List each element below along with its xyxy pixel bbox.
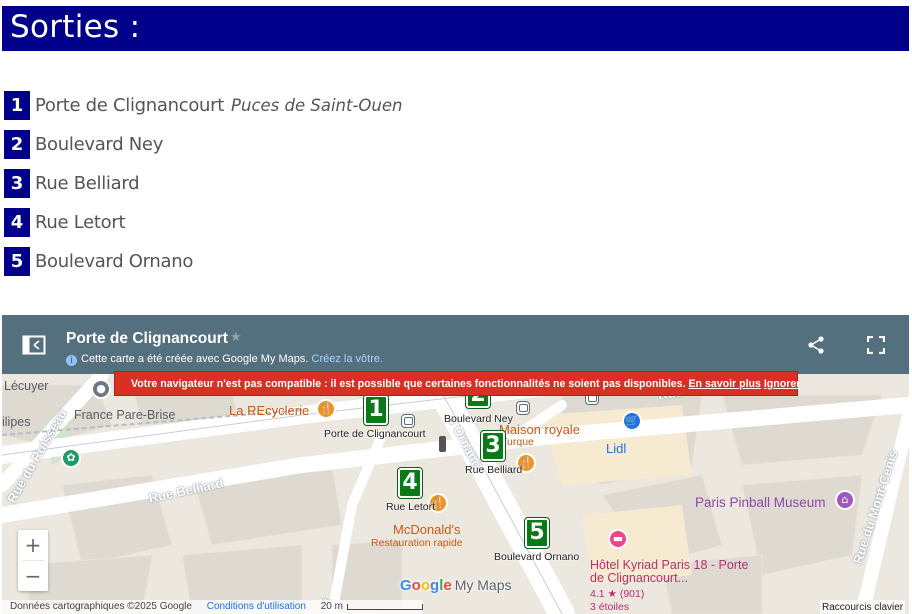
marker-label: Boulevard Ney [444, 413, 513, 425]
page-title: Sorties : [10, 9, 141, 45]
marker-label: Rue Belliard [465, 464, 523, 476]
zoom-in-button[interactable]: + [18, 530, 48, 560]
scale-bar [346, 604, 423, 610]
learn-more-link[interactable]: En savoir plus [688, 378, 760, 390]
exit-subtitle: Puces de Saint-Ouen [231, 96, 403, 115]
map-label-hotel: Hôtel Kyriad Paris 18 - Porte de Clignan… [590, 558, 749, 585]
page-title-bar: Sorties : [2, 6, 909, 51]
exit-item: 4 Rue Letort [4, 208, 402, 237]
metro-icon[interactable] [401, 414, 415, 428]
map-label-lecuyer: Lécuyer [4, 379, 49, 393]
metro-icon[interactable] [516, 401, 530, 415]
pin-icon[interactable]: ● [91, 379, 111, 399]
restaurant-icon[interactable]: 🍴 [316, 399, 336, 419]
map-label-la-recyclerie: La REcyclerie [229, 403, 310, 418]
traffic-light-icon [439, 436, 446, 452]
exit-number-badge: 1 [4, 91, 30, 120]
zoom-out-button[interactable]: − [18, 561, 48, 591]
map-title[interactable]: Porte de Clignancourt [66, 330, 228, 348]
map-label-hotel-rating: 4.1 ★ (901) [590, 588, 645, 600]
scale-label: 20 m [320, 601, 343, 612]
exit-name: Boulevard Ornano [35, 251, 194, 272]
embedded-map[interactable]: Porte de Clignancourt ★ i Cette carte a é… [2, 315, 909, 614]
exit-name: Boulevard Ney [35, 134, 164, 155]
exit-marker-3[interactable]: 3 [481, 431, 505, 461]
map-label-lidl: Lidl [606, 441, 627, 456]
exit-number-badge: 5 [4, 247, 30, 276]
museum-icon[interactable]: ⌂ [835, 490, 855, 510]
marker-label: Porte de Clignancourt [324, 428, 426, 440]
map-label-france-pare-brise: France Pare-Brise [74, 408, 176, 422]
exit-item: 1 Porte de Clignancourt Puces de Saint-O… [4, 91, 402, 120]
exit-number-badge: 3 [4, 169, 30, 198]
exit-name: Rue Letort [35, 212, 126, 233]
exit-item: 3 Rue Belliard [4, 169, 402, 198]
exit-number-badge: 2 [4, 130, 30, 159]
google-my-maps-logo: Google My Maps [400, 577, 512, 594]
browser-warning-banner: Votre navigateur n'est pas compatible : … [114, 371, 801, 396]
marker-label: Boulevard Ornano [494, 551, 580, 563]
marker-label: Rue Letort [386, 501, 436, 513]
exit-marker-4[interactable]: 4 [398, 468, 422, 498]
exit-item: 2 Boulevard Ney [4, 130, 402, 159]
star-icon[interactable]: ★ [230, 330, 242, 345]
ignore-link[interactable]: Ignorer [764, 378, 801, 390]
terms-link[interactable]: Conditions d'utilisation [207, 601, 306, 612]
map-label-hotel-stars: 3 étoiles [590, 601, 630, 613]
map-label-restauration-rapide: Restauration rapide [371, 537, 463, 549]
exit-marker-1[interactable]: 1 [364, 395, 388, 425]
info-icon: i [66, 355, 77, 366]
map-header: Porte de Clignancourt ★ i Cette carte a é… [2, 315, 909, 374]
map-label-mcdonalds: McDonald's [393, 522, 461, 537]
map-info-line: i Cette carte a été créée avec Google My … [66, 353, 383, 366]
map-label-turque: Turque [501, 436, 534, 448]
exit-name: Rue Belliard [35, 173, 140, 194]
share-icon[interactable] [806, 335, 826, 359]
map-data-attribution: Données cartographiques ©2025 Google [10, 601, 192, 612]
exit-name: Porte de Clignancourt [35, 95, 225, 116]
map-label-paris-pinball: Paris Pinball Museum [695, 495, 826, 510]
keyboard-shortcuts-button[interactable]: Raccourcis clavier [820, 600, 906, 614]
zoom-controls: + − [18, 530, 48, 591]
exit-marker-5[interactable]: 5 [525, 518, 549, 548]
park-icon[interactable]: ✿ [61, 448, 81, 468]
exit-item: 5 Boulevard Ornano [4, 247, 402, 276]
fullscreen-icon[interactable] [866, 335, 886, 358]
panel-toggle-icon[interactable] [22, 335, 46, 359]
map-footer: Données cartographiques ©2025 Google Con… [2, 600, 423, 614]
map-label-ilipes: ilipes [2, 415, 31, 429]
exit-number-badge: 4 [4, 208, 30, 237]
hotel-icon[interactable]: ▬ [608, 529, 628, 549]
map-info-text: Cette carte a été créée avec Google My M… [81, 353, 309, 365]
exit-list: 1 Porte de Clignancourt Puces de Saint-O… [4, 91, 402, 286]
shopping-cart-icon[interactable]: 🛒 [622, 411, 642, 431]
create-map-link[interactable]: Créez la vôtre. [312, 353, 384, 365]
warning-text: Votre navigateur n'est pas compatible : … [131, 378, 686, 390]
